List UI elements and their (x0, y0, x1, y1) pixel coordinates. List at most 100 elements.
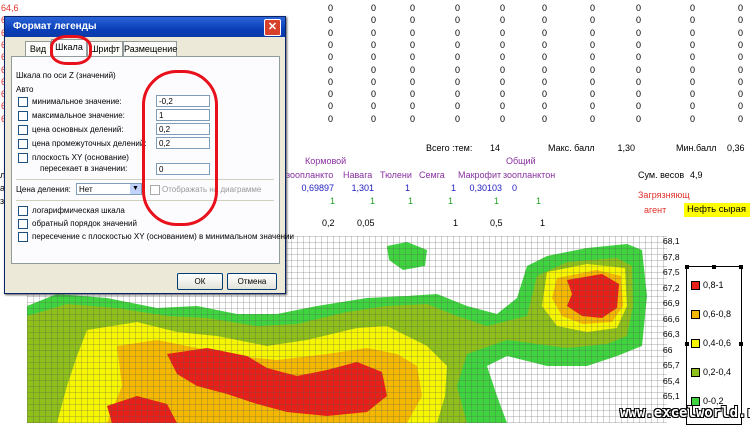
zero-cell: 0 (371, 101, 377, 112)
resize-handle[interactable] (739, 342, 743, 346)
log-scale-checkbox[interactable] (18, 206, 28, 216)
value-1a: 1 (404, 183, 410, 193)
legend-item[interactable]: 0,6-0,8 (691, 308, 731, 320)
tab-view[interactable]: Вид (25, 41, 51, 57)
resize-handle[interactable] (739, 265, 743, 269)
resize-handle[interactable] (685, 265, 689, 269)
col-makrofit: Макрофит (458, 170, 502, 180)
one-cell: 1 (330, 196, 336, 206)
plane-checkbox[interactable] (18, 153, 28, 163)
zero-cell: 0 (371, 39, 377, 50)
zero-cell: 0 (690, 89, 696, 100)
axis-tick-label: 66 (663, 344, 673, 355)
zero-cell: 0 (371, 64, 377, 75)
axis-tick-label: 66,3 (663, 329, 680, 339)
zero-cell: 0 (410, 113, 416, 124)
zero-cell: 0 (410, 76, 416, 87)
min-auto-checkbox[interactable] (18, 97, 28, 107)
cancel-button[interactable]: Отмена (227, 273, 277, 290)
dialog-titlebar[interactable]: Формат легенды ✕ (5, 17, 285, 37)
zero-cell: 0 (636, 52, 642, 63)
min-ball-label: Мин.балл (676, 143, 717, 153)
zero-cell: 0 (590, 64, 596, 75)
major-unit-checkbox[interactable] (18, 125, 28, 135)
axis-tick-label: 68,1 (663, 236, 680, 246)
group-title: Шкала по оси Z (значений) (16, 71, 116, 80)
auto-label: Авто (16, 85, 34, 94)
zero-cell: 0 (636, 101, 642, 112)
max-auto-checkbox[interactable] (18, 111, 28, 121)
zero-cell: 0 (500, 101, 506, 112)
chevron-down-icon[interactable]: ▼ (130, 184, 141, 194)
value-1b: 1 (450, 183, 456, 193)
reverse-order-checkbox[interactable] (18, 219, 28, 229)
zero-cell: 0 (500, 76, 506, 87)
zero-cell: 0 (410, 3, 416, 13)
sum-weights-label: Сум. весов (638, 170, 685, 180)
max-label: максимальное значение: (32, 111, 125, 120)
zero-cell: 0 (500, 89, 506, 100)
zero-cell: 0 (542, 27, 548, 38)
zero-cell: 0 (542, 15, 548, 26)
zero-cell: 0 (636, 3, 642, 13)
axis-tick-label: 67,8 (663, 251, 680, 262)
zero-cell: 0 (328, 27, 334, 38)
ok-button[interactable]: ОК (177, 273, 223, 290)
zero-cell: 0 (690, 64, 696, 75)
neft-cell[interactable]: Нефть сырая (684, 203, 750, 217)
zero-cell: 0 (636, 89, 642, 100)
zero-cell: 0 (455, 3, 461, 13)
minor-unit-checkbox[interactable] (18, 139, 28, 149)
legend-label: 0,4-0,6 (703, 338, 732, 348)
cross-min-checkbox[interactable] (18, 232, 28, 242)
zero-cell: 0 (410, 52, 416, 63)
legend-item[interactable]: 0,8-1 (691, 279, 724, 291)
one-cell: 1 (536, 196, 542, 206)
chart-legend[interactable]: 0,8-1 0,6-0,8 0,4-0,6 0,2-0,4 0-0,2 (685, 265, 743, 425)
zero-cell: 0 (590, 27, 596, 38)
small-value-2: 0,05 (357, 218, 375, 228)
legend-swatch (691, 281, 700, 291)
col-navaga: Навага (343, 170, 373, 180)
total-label: Всего :тем: (426, 143, 473, 153)
zero-cell: 0 (738, 15, 744, 26)
zero-cell: 0 (500, 27, 506, 38)
axis-tick-label: 66,6 (663, 313, 680, 324)
zero-cell: 0 (371, 52, 377, 63)
legend-item[interactable]: 0,4-0,6 (691, 337, 731, 349)
zero-cell: 0 (590, 89, 596, 100)
axis-tick-label: 65,7 (663, 360, 680, 370)
tab-placement[interactable]: Размещение (123, 41, 177, 57)
resize-handle[interactable] (685, 342, 689, 346)
zero-cell: 0 (690, 113, 696, 124)
small-value-3: 1 (453, 218, 459, 228)
zero-cell: 0 (371, 89, 377, 100)
zero-cell: 0 (738, 89, 744, 100)
major-unit-label: цена основных делений: (32, 125, 124, 134)
zero-cell: 0 (455, 101, 461, 112)
zero-cell: 0 (371, 76, 377, 87)
zero-cell: 0 (455, 52, 461, 63)
zero-cell: 0 (636, 39, 642, 50)
value-navaga: 1,301 (351, 183, 374, 193)
zero-cell: 0 (738, 39, 744, 50)
zero-cell: 0 (690, 101, 696, 112)
annotation-circle-inputs (142, 70, 218, 226)
resize-handle[interactable] (712, 265, 716, 269)
sum-weights-value: 4,9 (690, 170, 703, 180)
value-makrofit: 0,30103 (469, 183, 502, 193)
legend-label: 0,6-0,8 (703, 309, 732, 319)
zero-cell: 0 (328, 89, 334, 100)
zero-cell: 0 (542, 113, 548, 124)
zero-cell: 0 (542, 101, 548, 112)
legend-item[interactable]: 0,2-0,4 (691, 366, 731, 378)
zero-cell: 0 (328, 76, 334, 87)
units-select[interactable]: Нет ▼ (76, 183, 142, 195)
zero-cell: 0 (636, 113, 642, 124)
legend-swatch (691, 310, 700, 320)
one-cell: 1 (370, 196, 376, 206)
agent-label: агент (644, 205, 667, 215)
small-value-1: 0,2 (322, 218, 335, 228)
close-button[interactable]: ✕ (264, 19, 281, 36)
tab-font[interactable]: Шрифт (87, 41, 123, 57)
